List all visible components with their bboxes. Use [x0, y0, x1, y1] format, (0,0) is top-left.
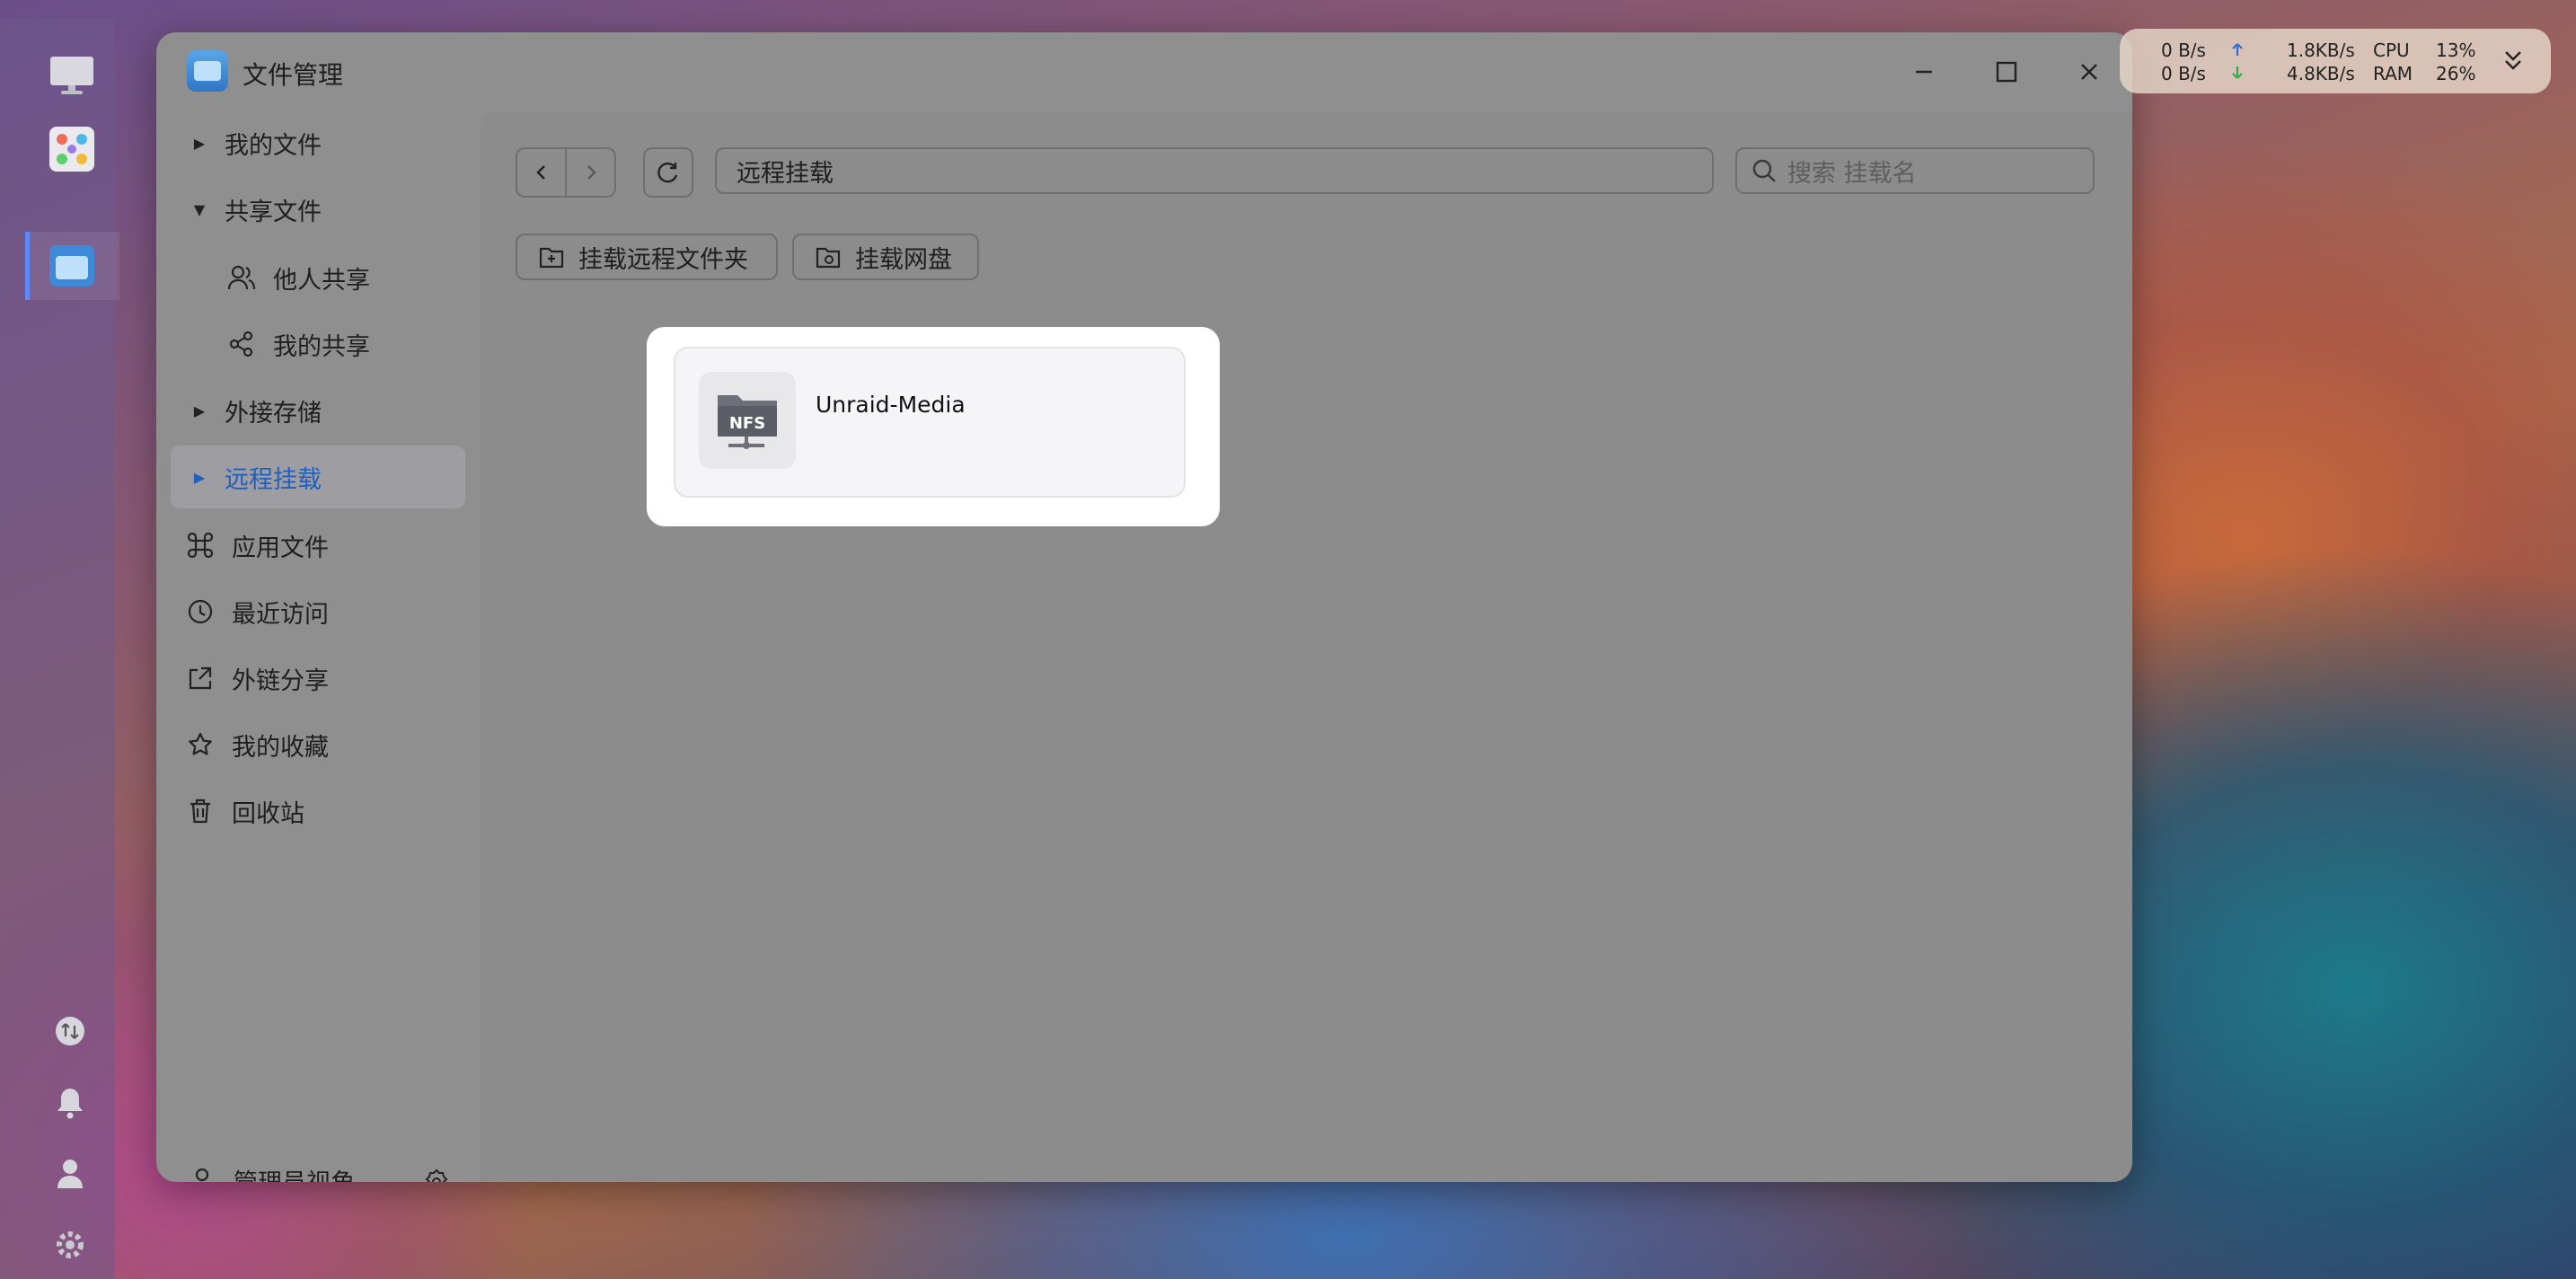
transfer-icon[interactable]	[52, 1013, 88, 1049]
network-rate-2: 4.8KB/s	[2287, 63, 2355, 84]
command-icon	[185, 532, 216, 559]
download-rate: 0 B/s	[2161, 63, 2206, 84]
share-nodes-icon	[226, 331, 257, 357]
back-button[interactable]	[517, 149, 565, 196]
mount-name: Unraid-Media	[816, 392, 966, 418]
star-icon	[185, 731, 216, 758]
sidebar-item-external-storage[interactable]: ▶ 外接存储	[171, 379, 465, 442]
sidebar-item-my-shares[interactable]: 我的共享	[171, 313, 465, 375]
forward-button[interactable]	[565, 149, 614, 196]
title-bar: 文件管理	[156, 32, 2132, 111]
cpu-label: CPU	[2373, 40, 2410, 61]
caret-right-icon: ▶	[193, 134, 206, 152]
sidebar-item-trash[interactable]: 回收站	[171, 780, 465, 842]
minimize-button[interactable]	[1904, 52, 1944, 92]
users-icon	[226, 264, 257, 291]
sidebar: ▶ 我的文件 ▼ 共享文件 他人共享 我的共享 ▶ 外接存储 ▶ 远程挂载 应用…	[156, 111, 480, 1182]
double-chevron-down-icon[interactable]	[2502, 49, 2524, 74]
sidebar-item-favorites[interactable]: 我的收藏	[171, 713, 465, 776]
file-manager-dock-icon[interactable]	[45, 239, 99, 293]
monitor-icon[interactable]	[45, 49, 99, 102]
mount-card[interactable]: NFS Unraid-Media	[674, 347, 1186, 498]
minimize-icon	[1916, 70, 1932, 74]
ram-label: RAM	[2373, 63, 2413, 84]
network-rate-1: 1.8KB/s	[2287, 40, 2355, 61]
chevron-right-icon	[587, 165, 596, 180]
sidebar-item-shared-files[interactable]: ▼ 共享文件	[171, 178, 465, 241]
sidebar-item-my-files[interactable]: ▶ 我的文件	[171, 111, 465, 174]
user-icon[interactable]	[52, 1155, 88, 1191]
cloud-folder-icon	[816, 245, 841, 269]
app-center-icon[interactable]	[45, 122, 99, 176]
file-manager-window: 文件管理 ▶ 我的文件 ▼ 共享文件 他人共享 我的共享 ▶ 外接存储 ▶ 远程…	[156, 32, 2132, 1182]
maximize-button[interactable]	[1987, 52, 2026, 92]
content-area: 远程挂载 搜索 挂载名 挂载远程文件夹 挂载网盘	[480, 111, 2132, 1182]
mount-cloud-drive-button[interactable]: 挂载网盘	[792, 234, 979, 280]
admin-user-icon	[189, 1167, 219, 1182]
maximize-icon	[1996, 61, 2017, 83]
caret-down-icon: ▼	[193, 200, 206, 218]
sidebar-item-link-share[interactable]: 外链分享	[171, 647, 465, 710]
upload-arrow-icon	[2232, 43, 2243, 56]
gear-icon[interactable]	[422, 1168, 451, 1182]
search-icon	[1751, 158, 1777, 183]
download-arrow-icon	[2232, 66, 2243, 79]
nfs-folder-icon: NFS	[699, 372, 796, 469]
trash-icon	[185, 798, 216, 825]
desktop-dock	[0, 18, 119, 1279]
nfs-badge: NFS	[729, 414, 765, 433]
sidebar-item-shared-with-me[interactable]: 他人共享	[171, 246, 465, 309]
close-button[interactable]	[2069, 52, 2109, 92]
caret-right-icon: ▶	[193, 468, 206, 486]
sidebar-item-app-files[interactable]: 应用文件	[171, 514, 465, 577]
caret-right-icon: ▶	[193, 401, 206, 419]
clock-icon	[185, 598, 216, 625]
external-share-icon	[185, 665, 216, 692]
folder-add-icon	[539, 245, 564, 269]
sidebar-item-remote-mount[interactable]: ▶ 远程挂载	[171, 445, 465, 508]
ram-value: 26%	[2436, 63, 2476, 84]
history-nav	[516, 147, 616, 198]
mount-remote-folder-button[interactable]: 挂载远程文件夹	[516, 234, 778, 280]
chevron-left-icon	[535, 165, 545, 180]
path-text: 远程挂载	[737, 159, 834, 188]
cpu-value: 13%	[2436, 40, 2476, 61]
path-bar[interactable]: 远程挂载	[715, 147, 1714, 194]
system-status-widget: 0 B/s 0 B/s 1.8KB/s 4.8KB/s CPU RAM 13% …	[2120, 29, 2551, 93]
window-title: 文件管理	[243, 60, 344, 90]
refresh-icon	[657, 162, 678, 183]
file-manager-app-icon	[187, 50, 228, 92]
refresh-button[interactable]	[643, 147, 693, 198]
search-placeholder: 搜索 挂载名	[1787, 159, 1917, 188]
sidebar-item-recent[interactable]: 最近访问	[171, 580, 465, 643]
bell-icon[interactable]	[52, 1085, 88, 1121]
upload-rate: 0 B/s	[2161, 40, 2206, 61]
search-input[interactable]: 搜索 挂载名	[1735, 147, 2095, 194]
close-icon	[2081, 64, 2097, 80]
settings-icon[interactable]	[52, 1227, 88, 1263]
